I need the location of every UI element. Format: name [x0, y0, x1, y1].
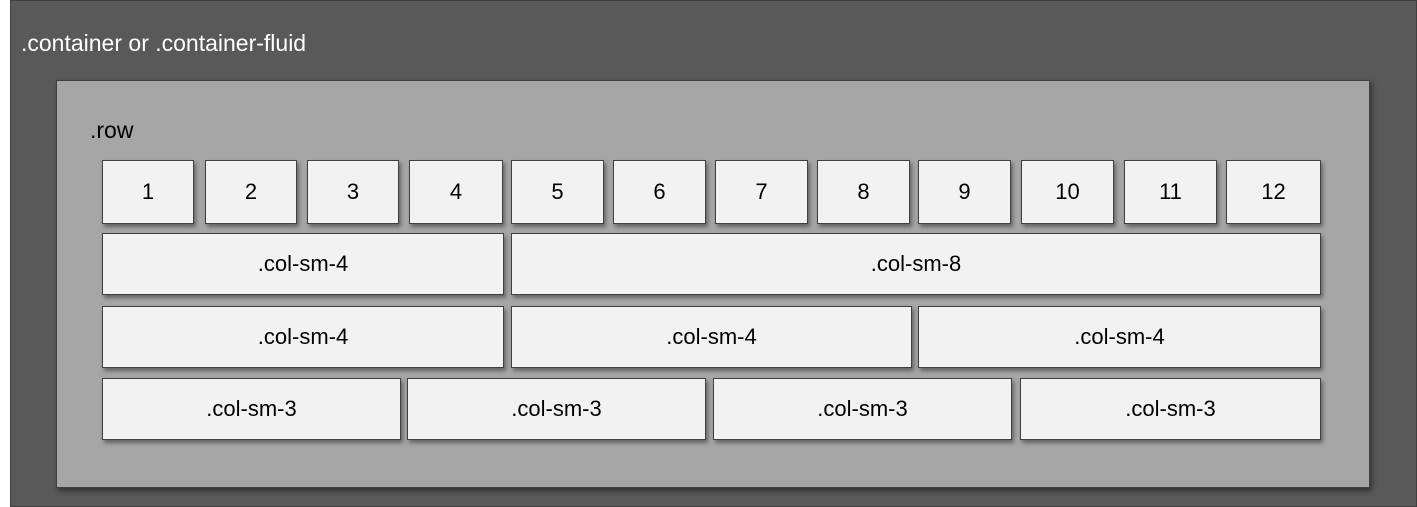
col-sm-4-cell: .col-sm-4: [102, 233, 504, 295]
grid-number-2: 2: [205, 160, 297, 224]
grid-number-5: 5: [511, 160, 604, 224]
grid-number-8: 8: [817, 160, 910, 224]
grid-number-6: 6: [613, 160, 706, 224]
grid-number-3: 3: [307, 160, 399, 224]
container-label: .container or .container-fluid: [21, 30, 307, 56]
col-sm-3-cell: .col-sm-3: [713, 378, 1012, 440]
grid-number-7: 7: [715, 160, 808, 224]
col-sm-3-cell: .col-sm-3: [102, 378, 401, 440]
col-sm-4-cell: .col-sm-4: [918, 306, 1321, 368]
row-label: .row: [90, 117, 134, 143]
col-sm-8-cell: .col-sm-8: [511, 233, 1321, 295]
col-sm-3-cell: .col-sm-3: [1020, 378, 1321, 440]
grid-number-1: 1: [102, 160, 194, 224]
grid-number-10: 10: [1021, 160, 1114, 224]
grid-number-4: 4: [409, 160, 503, 224]
grid-number-12: 12: [1226, 160, 1321, 224]
grid-number-9: 9: [918, 160, 1011, 224]
col-sm-3-cell: .col-sm-3: [407, 378, 706, 440]
col-sm-4-cell: .col-sm-4: [511, 306, 912, 368]
grid-number-11: 11: [1124, 160, 1217, 224]
col-sm-4-cell: .col-sm-4: [102, 306, 504, 368]
